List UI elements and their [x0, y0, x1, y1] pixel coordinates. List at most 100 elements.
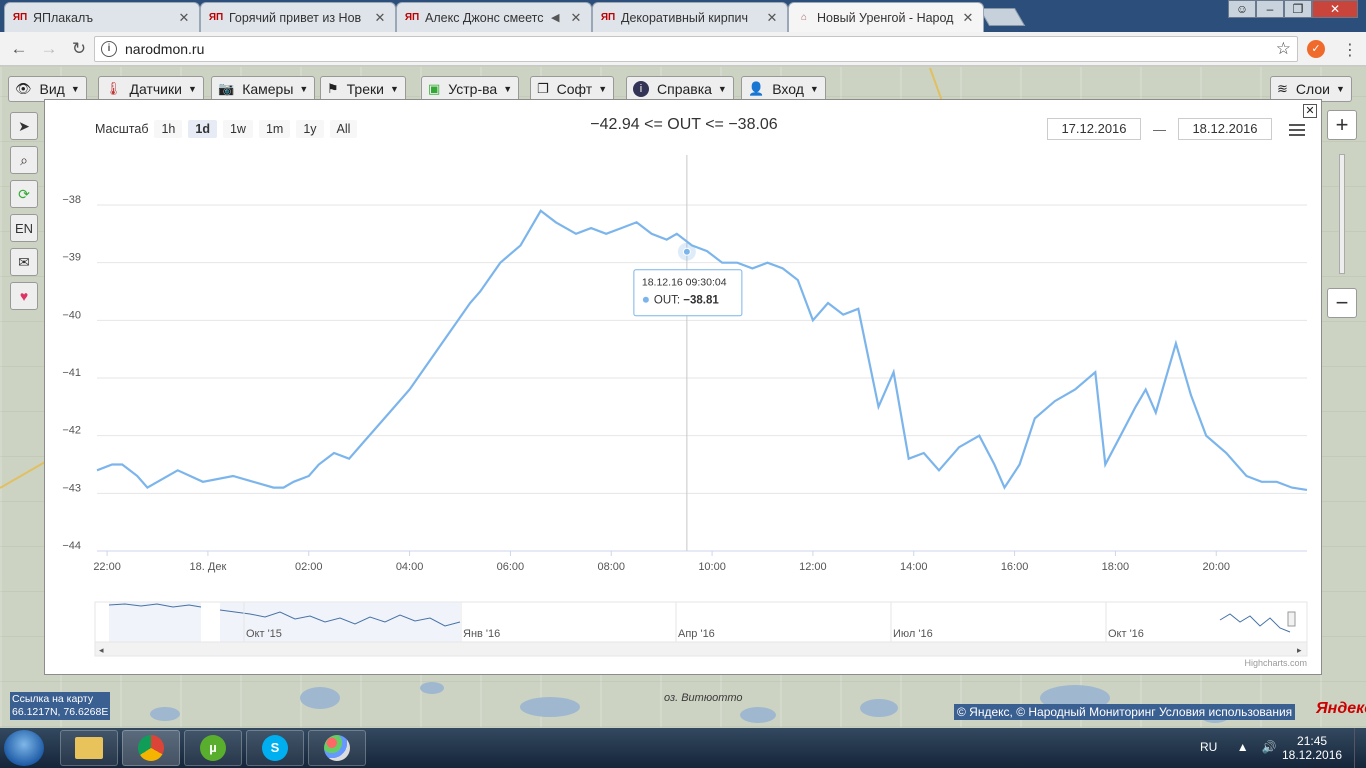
scroll-left-arrow-icon[interactable]: ◂	[99, 645, 104, 655]
input-language-indicator[interactable]: RU	[1200, 740, 1217, 754]
url-text[interactable]: narodmon.ru	[125, 41, 1276, 57]
browser-tab[interactable]: ЯП Горячий привет из Нов ✕	[200, 2, 396, 32]
x-tick-label: 08:00	[597, 561, 625, 573]
close-window-button[interactable]: ✕	[1312, 0, 1358, 18]
map-lake	[150, 707, 180, 721]
taskbar-clock[interactable]: 21:45 18.12.2016	[1282, 734, 1342, 762]
minimize-button[interactable]: –	[1256, 0, 1284, 18]
line-chart[interactable]: −38 −39 −40 −41 −42 −43 −44 22:00 18. Дек 02:00 0…	[45, 100, 1323, 676]
paint-taskbar-icon[interactable]	[308, 730, 366, 766]
close-tab-icon[interactable]: ✕	[961, 10, 975, 26]
chrome-taskbar-icon[interactable]	[122, 730, 180, 766]
highcharts-credit[interactable]: Highcharts.com	[1244, 658, 1307, 668]
search-icon[interactable]: ⌕	[10, 146, 38, 174]
mail-icon[interactable]: ✉	[10, 248, 38, 276]
map-link-label[interactable]: Ссылка на карту	[12, 693, 108, 706]
x-tick-label: 22:00	[93, 561, 121, 573]
show-desktop-button[interactable]	[1354, 728, 1366, 768]
speaker-icon[interactable]: ◀︎	[551, 11, 565, 24]
tab-title: ЯПлакалъ	[33, 10, 94, 25]
yandex-logo[interactable]: Яндекс	[1316, 700, 1366, 718]
x-tick-label: 18:00	[1102, 561, 1130, 573]
map-coords: 66.1217N, 76.6268E	[12, 706, 109, 718]
narodmon-favicon-icon: ⌂	[800, 12, 808, 23]
tray-expand-icon[interactable]: ▲	[1237, 740, 1249, 754]
browser-tab-active[interactable]: ⌂ Новый Уренгой - Народ ✕	[788, 2, 984, 32]
windows-icon: ❐	[537, 81, 549, 96]
navigator-label: Апр '16	[678, 628, 715, 640]
start-button[interactable]	[4, 730, 44, 766]
grid-lines	[97, 204, 1307, 552]
chevron-down-icon: ▼	[70, 84, 80, 94]
devices-icon: ▣	[428, 81, 441, 96]
bookmark-star-icon[interactable]: ☆	[1276, 39, 1291, 59]
locate-arrow-icon[interactable]: ➤	[10, 112, 38, 140]
tab-title: Алекс Джонс смеетс	[425, 10, 544, 25]
y-tick-label: −43	[62, 482, 81, 494]
yaplakal-favicon-icon: ЯП	[600, 12, 616, 23]
info-icon: i	[633, 81, 649, 97]
explorer-taskbar-icon[interactable]	[60, 730, 118, 766]
x-tick-label: 12:00	[799, 561, 827, 573]
navigator-label: Окт '16	[1108, 628, 1144, 640]
series-line-out[interactable]	[96, 209, 1308, 491]
navigator-label: Янв '16	[463, 628, 500, 640]
tab-title: Горячий привет из Нов	[229, 10, 362, 25]
menu-label: Справка	[657, 81, 712, 97]
tooltip: 18.12.16 09:30:04 OUT: −38.81	[633, 269, 743, 317]
y-tick-label: −42	[62, 425, 81, 437]
close-tab-icon[interactable]: ✕	[569, 10, 583, 26]
menu-label: Датчики	[129, 81, 182, 97]
info-icon[interactable]: i	[101, 41, 117, 57]
camera-icon: 📷	[218, 81, 235, 96]
language-button[interactable]: EN	[10, 214, 38, 242]
utorrent-taskbar-icon[interactable]: µ	[184, 730, 242, 766]
skype-icon: S	[262, 735, 288, 761]
zoom-out-button[interactable]: −	[1327, 288, 1357, 318]
browser-tab-strip: ЯП ЯПлакалъ ✕ ЯП Горячий привет из Нов ✕…	[0, 0, 1366, 32]
close-tab-icon[interactable]: ✕	[373, 10, 387, 26]
map-link[interactable]: Ссылка на карту 66.1217N, 76.6268E	[10, 692, 111, 720]
menu-label: Камеры	[242, 81, 294, 97]
back-arrow-icon[interactable]: ←	[4, 39, 34, 59]
navigator-handle[interactable]	[1287, 611, 1296, 627]
close-tab-icon[interactable]: ✕	[765, 10, 779, 26]
scroll-right-arrow-icon[interactable]: ▸	[1297, 645, 1302, 655]
chevron-down-icon: ▼	[503, 84, 513, 94]
refresh-icon[interactable]: ⟳	[10, 180, 38, 208]
new-tab-button[interactable]	[978, 8, 1026, 26]
hover-point[interactable]	[682, 247, 691, 256]
tooltip-time: 18.12.16 09:30:04	[642, 277, 727, 289]
browser-tab[interactable]: ЯП Декоративный кирпич ✕	[592, 2, 788, 32]
menu-label: Софт	[556, 81, 593, 97]
chevron-down-icon: ▼	[299, 84, 309, 94]
window-controls: ☺ – ❐ ✕	[1228, 0, 1358, 18]
extension-icon[interactable]: ✓	[1307, 40, 1325, 58]
chevron-down-icon: ▼	[389, 84, 399, 94]
browser-tab[interactable]: ЯП ЯПлакалъ ✕	[4, 2, 200, 32]
restore-button[interactable]: ❐	[1284, 0, 1312, 18]
user-icon[interactable]: ☺	[1228, 0, 1256, 18]
skype-taskbar-icon[interactable]: S	[246, 730, 304, 766]
browser-menu-icon[interactable]: ⋮	[1342, 40, 1358, 60]
address-bar[interactable]: i narodmon.ru ☆	[94, 36, 1298, 62]
browser-toolbar: ← → ↻ i narodmon.ru ☆ ✓ ⋮	[0, 32, 1366, 66]
navigator-scrollbar[interactable]	[94, 641, 1308, 657]
volume-icon[interactable]: 🔊	[1262, 740, 1277, 754]
zoom-in-button[interactable]: +	[1327, 110, 1357, 140]
browser-tab[interactable]: ЯП Алекс Джонс смеетс ◀︎ ✕	[396, 2, 592, 32]
paint-palette-icon	[324, 735, 350, 761]
y-tick-label: −41	[62, 367, 81, 379]
zoom-slider[interactable]	[1339, 154, 1345, 274]
forward-arrow-icon[interactable]: →	[34, 39, 64, 59]
map-lake	[860, 699, 898, 717]
menu-label: Треки	[346, 81, 384, 97]
navigator-label: Июл '16	[893, 628, 933, 640]
reload-icon[interactable]: ↻	[64, 39, 94, 59]
chevron-down-icon: ▼	[717, 84, 727, 94]
close-tab-icon[interactable]: ✕	[177, 10, 191, 26]
map-lake	[420, 682, 444, 694]
map-copyright[interactable]: © Яндекс, © Народный Мониторинг Условия …	[954, 704, 1296, 720]
x-tick-label: 14:00	[900, 561, 928, 573]
piggy-bank-icon[interactable]: ♥	[10, 282, 38, 310]
